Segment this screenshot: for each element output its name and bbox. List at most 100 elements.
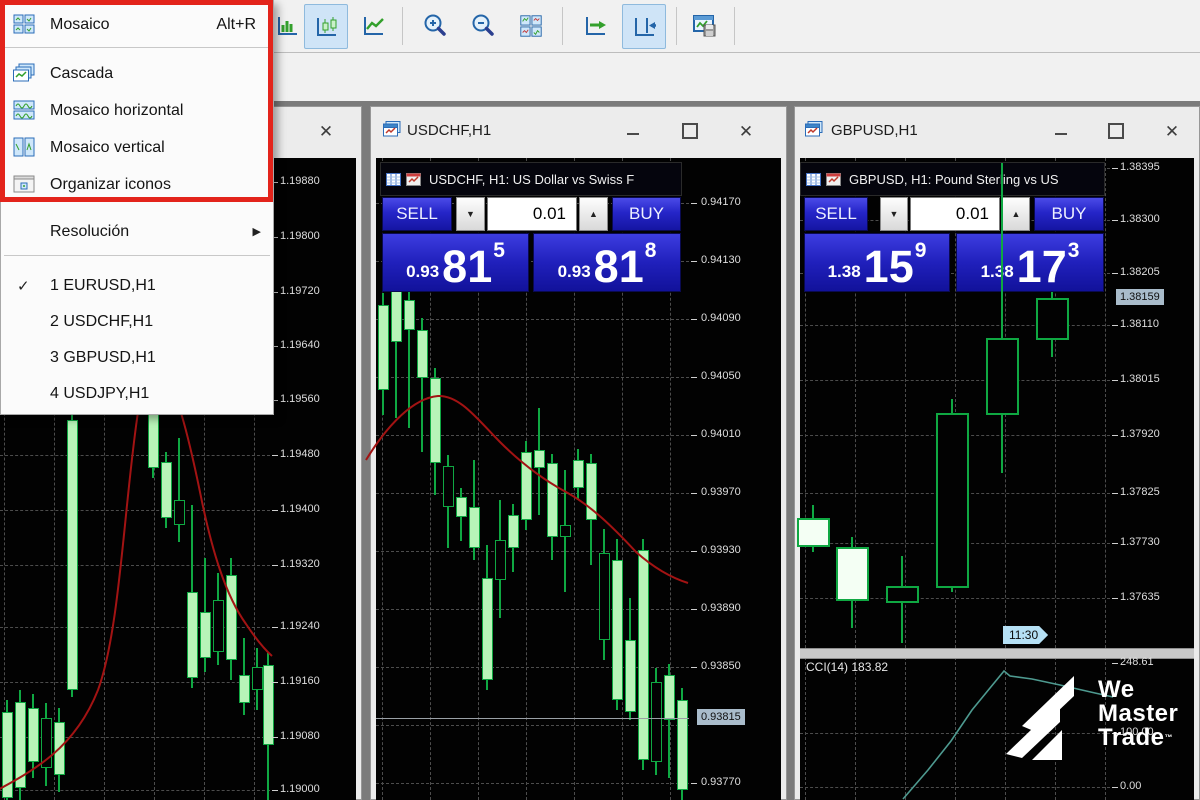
usdchf-maximize-button[interactable] [677,119,703,143]
candle-body [534,450,545,468]
gridline-vertical [955,657,956,800]
menu-item-mosaico-vertical[interactable]: Mosaico vertical [2,129,272,166]
arrange-icons-icon [13,174,37,196]
usdchf-minimize-button[interactable] [620,117,646,141]
candle-body [836,547,869,601]
candle-body [15,702,26,788]
gridline-horizontal [0,510,270,511]
templates-icon[interactable] [684,4,726,47]
gbpusd-symbol-description: GBPUSD, H1: Pound Sterling vs US [849,172,1059,187]
axis-tick [691,203,697,204]
candle-body [677,700,688,790]
eurusd-scale-label: 1.19480 [280,448,320,460]
one-click-trading-icon[interactable] [826,173,841,186]
chart-shift-icon[interactable] [622,4,666,49]
gbpusd-buy-price[interactable]: 1.38173 [956,233,1104,292]
axis-tick [272,682,278,683]
current-price-line [376,718,689,719]
menu-item-window-gbpusd[interactable]: 3 GBPUSD,H1 [2,339,272,376]
candle-body [252,667,263,690]
usdchf-sell-button[interactable]: SELL [382,197,452,231]
maximize-icon [1108,123,1124,139]
market-depth-icon[interactable] [386,173,401,186]
candle-body [41,718,52,768]
axis-tick [272,565,278,566]
auto-scroll-icon[interactable] [574,4,616,47]
gridline-horizontal [800,787,1110,788]
close-icon: ✕ [739,123,753,140]
close-icon: ✕ [1165,123,1179,140]
gbpusd-sell-button[interactable]: SELL [804,197,868,231]
menu-item-window-usdchf[interactable]: 2 USDCHF,H1 [2,303,272,340]
zoom-out-icon[interactable] [462,4,504,47]
tile-windows-icon[interactable] [510,4,552,47]
candle-body [599,553,610,640]
gbpusd-volume-up-button[interactable]: ▲ [1002,197,1030,231]
gbpusd-buy-button[interactable]: BUY [1034,197,1104,231]
gbpusd-time-tag: 11:30 [1003,626,1048,644]
gridline-horizontal [376,493,689,494]
gbpusd-sell-price[interactable]: 1.38159 [804,233,950,292]
menu-item-mosaico-horizontal[interactable]: Mosaico horizontal [2,92,272,129]
gbpusd-maximize-button[interactable] [1103,119,1129,143]
window-menu: Mosaico Alt+R Cascada Mosaico horizontal… [0,0,274,415]
candle-body [936,413,969,588]
gbpusd-current-price-tag: 1.38159 [1116,289,1164,305]
usdchf-scale-label: 0.94170 [701,196,741,208]
usdchf-sell-price[interactable]: 0.93815 [382,233,529,292]
axis-tick [691,435,697,436]
one-click-trading-icon[interactable] [406,173,421,186]
menu-item-resolucion[interactable]: Resolución ▶ [2,213,272,250]
candle-body [495,540,506,580]
toolbar-separator [562,7,563,45]
axis-tick [1112,168,1118,169]
gbpusd-close-button[interactable]: ✕ [1159,119,1185,143]
axis-tick [272,455,278,456]
usdchf-buy-button[interactable]: BUY [612,197,681,231]
chart-window-icon [383,121,407,143]
eurusd-close-button[interactable]: ✕ [313,119,339,143]
gbpusd-volume-input[interactable]: 0.01 [910,197,1000,231]
candle-body [469,507,480,548]
usdchf-current-price-tag: 0.93815 [697,709,745,725]
usdchf-volume-input[interactable]: 0.01 [487,197,577,231]
usdchf-close-button[interactable]: ✕ [733,119,759,143]
line-chart-icon[interactable] [352,4,394,47]
menu-item-mosaico[interactable]: Mosaico Alt+R [2,6,272,43]
toolbar-separator [402,7,403,45]
candle-body [986,338,1019,415]
candle-body [797,518,830,547]
axis-tick [1112,325,1118,326]
gbpusd-scale-label: 1.37825 [1120,486,1160,498]
usdchf-scale-label: 0.94010 [701,428,741,440]
gridline-vertical [1055,158,1056,648]
gridline-horizontal [0,455,270,456]
zoom-in-icon[interactable] [414,4,456,47]
candle-body [161,462,172,518]
eurusd-scale-label: 1.19800 [280,230,320,242]
menu-item-window-usdjpy[interactable]: 4 USDJPY,H1 [2,375,272,412]
menu-item-organizar-iconos[interactable]: Organizar iconos [2,166,272,203]
toolbar-separator [734,7,735,45]
gbpusd-scale-label: 1.38110 [1120,318,1159,330]
candle-body [263,665,274,745]
usdchf-scale-label: 0.93770 [701,776,741,788]
gbpusd-volume-down-button[interactable]: ▼ [880,197,908,231]
usdchf-volume-up-button[interactable]: ▲ [579,197,608,231]
gbpusd-minimize-button[interactable] [1048,117,1074,141]
usdchf-volume-down-button[interactable]: ▼ [456,197,485,231]
gbpusd-window-title: GBPUSD,H1 [831,122,918,139]
market-depth-icon[interactable] [806,173,821,186]
usdchf-symbol-description: USDCHF, H1: US Dollar vs Swiss F [429,172,634,187]
gbpusd-scale-label: 1.37920 [1120,428,1160,440]
candle-body [573,460,584,488]
eurusd-scale-label: 1.19400 [280,503,320,515]
menu-item-window-eurusd[interactable]: ✓ 1 EURUSD,H1 [2,267,272,304]
usdchf-buy-price[interactable]: 0.93818 [533,233,681,292]
candle-body [664,675,675,720]
menu-item-cascada[interactable]: Cascada [2,55,272,92]
candlestick-chart-icon[interactable] [304,4,348,49]
eurusd-scale-label: 1.19080 [280,730,320,742]
gbpusd-scale-label: 1.38300 [1120,213,1160,225]
cci-indicator-label: CCI(14) 183.82 [806,660,888,674]
